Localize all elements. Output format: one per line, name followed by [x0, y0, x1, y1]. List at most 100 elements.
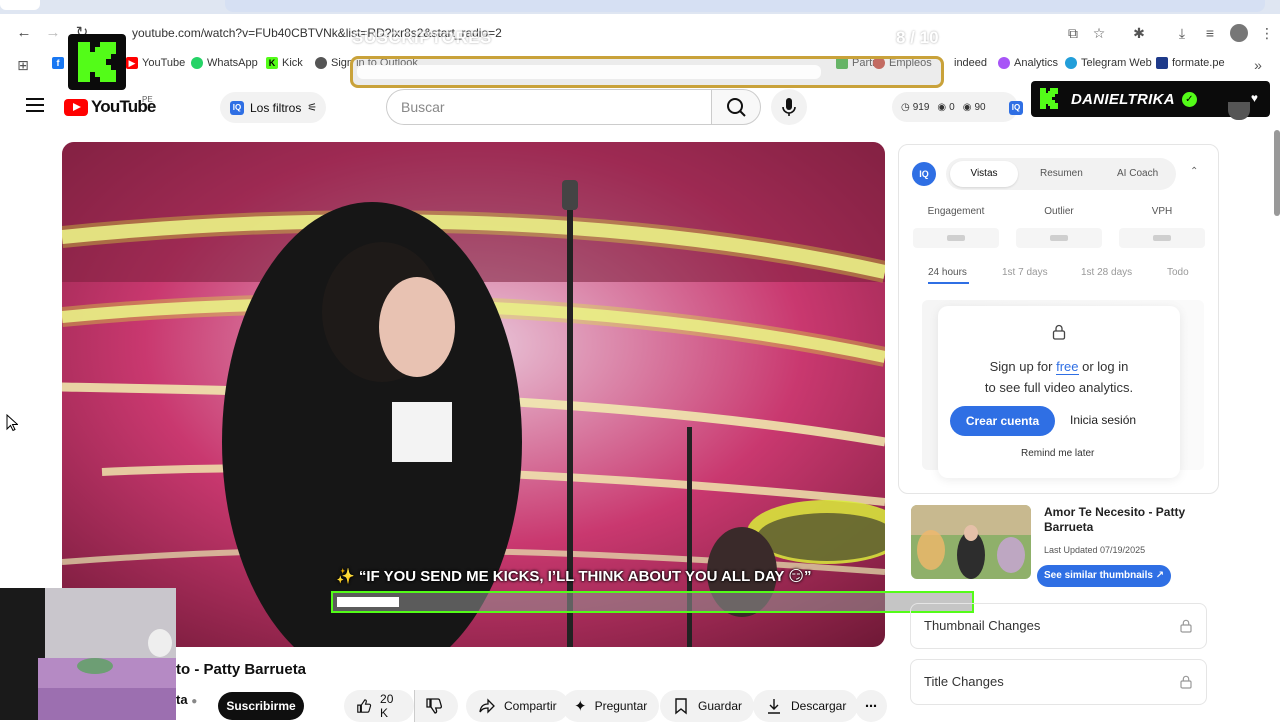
related-title[interactable]: Amor Te Necesito - Patty Barrueta — [1044, 505, 1204, 535]
like-button[interactable]: 20 K — [344, 690, 414, 722]
bookmark-telegram[interactable]: Telegram Web — [1065, 57, 1152, 69]
collapse-icon[interactable]: ⌃ — [1190, 166, 1198, 177]
subscriber-goal-fill — [357, 65, 821, 79]
vidiq-icon[interactable]: IQ — [1009, 101, 1023, 115]
download-icon — [768, 699, 780, 714]
thumbnail-image — [911, 505, 1031, 579]
kicks-goal-bar — [331, 591, 974, 613]
bookmark-star-icon[interactable]: ☆ — [1090, 24, 1108, 42]
search-icon — [727, 98, 746, 117]
save-button[interactable]: Guardar — [660, 690, 755, 722]
bookmark-youtube[interactable]: ▶ YouTube — [126, 57, 185, 69]
remind-later-link[interactable]: Remind me later — [1021, 448, 1094, 459]
eye-icon: ◉ — [962, 101, 972, 113]
download-icon[interactable]: ⤓ — [1173, 24, 1191, 42]
download-button[interactable]: Descargar — [753, 690, 859, 722]
telegram-icon — [1065, 57, 1077, 69]
tab-vistas[interactable]: Vistas — [950, 161, 1018, 187]
thumbnail-changes-section[interactable]: Thumbnail Changes — [910, 603, 1207, 649]
login-button[interactable]: Inicia sesión — [1070, 413, 1136, 427]
menu-icon[interactable]: ⋮ — [1258, 24, 1276, 42]
title-changes-section[interactable]: Title Changes — [910, 659, 1207, 705]
mic-icon — [782, 98, 796, 116]
bookmark-analytics[interactable]: Analytics — [998, 57, 1058, 69]
webcam-frame — [0, 588, 176, 720]
whatsapp-icon — [191, 57, 203, 69]
avatar[interactable] — [1228, 102, 1250, 120]
subscribe-button[interactable]: Suscribirme — [218, 692, 304, 720]
profile-avatar[interactable] — [1230, 24, 1248, 42]
search-input[interactable]: Buscar — [386, 89, 711, 125]
free-link[interactable]: free — [1056, 359, 1079, 375]
voice-search-button[interactable] — [771, 89, 807, 125]
tab-resumen[interactable]: Resumen — [1040, 168, 1083, 179]
webcam-overlay — [0, 588, 176, 720]
country-code: PE — [142, 95, 153, 104]
ask-button[interactable]: ✦ Preguntar — [562, 690, 660, 722]
range-24-hours[interactable]: 24 hours — [928, 267, 967, 278]
extensions-icon[interactable]: ✱ — [1130, 24, 1148, 42]
create-account-button[interactable]: Crear cuenta — [950, 406, 1055, 436]
vidiq-logo: IQ — [912, 162, 936, 186]
active-tab[interactable] — [0, 0, 40, 10]
bookmark-formate[interactable]: formate.pe — [1156, 57, 1225, 69]
metric-outlier-value — [1016, 228, 1102, 248]
lock-icon — [1180, 675, 1192, 689]
vidiq-stats-pill[interactable]: ◷ 919 ◉ 0 ◉ 90 — [892, 92, 1018, 122]
verified-icon: ● — [191, 696, 198, 707]
lock-icon — [1180, 619, 1192, 633]
range-28-days[interactable]: 1st 28 days — [1081, 267, 1132, 278]
share-button[interactable]: Compartir — [466, 690, 569, 722]
kick-k-icon — [78, 42, 116, 82]
thumbs-up-icon — [357, 699, 372, 713]
eye-icon: ◉ — [937, 101, 947, 113]
kick-icon: K — [266, 57, 278, 69]
media-icon[interactable]: ≡ — [1201, 24, 1219, 42]
more-actions-icon[interactable]: ⋯ — [855, 690, 887, 722]
tab-ai-coach[interactable]: AI Coach — [1117, 168, 1158, 179]
bookmark-whatsapp[interactable]: WhatsApp — [191, 57, 258, 69]
bookmark-indeed[interactable]: indeed — [954, 57, 987, 69]
bookmark-facebook[interactable]: f — [52, 57, 64, 69]
back-icon[interactable]: ← — [15, 24, 33, 42]
youtube-play-icon — [64, 98, 88, 116]
page-scrollbar[interactable] — [1274, 130, 1280, 216]
apps-icon[interactable]: ⊞ — [14, 56, 32, 74]
metric-engagement-label: Engagement — [927, 206, 985, 217]
signup-message: Sign up for free or log in to see full v… — [984, 359, 1134, 395]
bookmark-kick[interactable]: K Kick — [266, 57, 303, 69]
vidiq-icon: IQ — [230, 100, 244, 115]
channel-name[interactable]: ta ● — [176, 692, 197, 707]
streamer-name: DANIELTRIKA — [1071, 90, 1175, 108]
sliders-icon: ⚟ — [307, 102, 318, 114]
range-todo[interactable]: Todo — [1167, 267, 1189, 278]
install-app-icon[interactable]: ⧉ — [1064, 24, 1082, 42]
sparkle-icon: ✦ — [574, 698, 587, 715]
metric-outlier-label: Outlier — [1044, 206, 1074, 217]
kick-logo — [68, 34, 126, 90]
bookmarks-overflow-icon[interactable]: » — [1249, 56, 1267, 74]
tab-strip-bar — [225, 0, 1265, 12]
kick-k-icon — [1040, 88, 1058, 109]
menu-hamburger-icon[interactable] — [26, 98, 44, 114]
globe-icon — [315, 57, 327, 69]
analytics-icon — [998, 57, 1010, 69]
metric-engagement-value — [913, 228, 999, 248]
related-thumbnail[interactable] — [911, 505, 1031, 579]
range-active-indicator — [928, 282, 969, 284]
dislike-button[interactable] — [414, 690, 458, 722]
subscriber-goal-title: SUSCRIPTORES — [352, 28, 492, 47]
kicks-goal-fill — [337, 597, 400, 607]
similar-thumbnails-button[interactable]: See similar thumbnails ↗ — [1037, 565, 1171, 587]
facebook-icon: f — [52, 57, 64, 69]
forward-icon[interactable]: → — [44, 24, 62, 42]
range-7-days[interactable]: 1st 7 days — [1002, 267, 1048, 278]
thumbs-down-icon — [426, 698, 443, 714]
share-icon — [479, 698, 495, 714]
verified-icon: ✓ — [1181, 91, 1197, 107]
bookmark-icon — [675, 698, 687, 715]
lock-icon — [1052, 324, 1066, 340]
kicks-goal-message: ✨ “IF YOU SEND ME KICKS, I’LL THINK ABOU… — [336, 568, 812, 585]
search-button[interactable] — [711, 89, 761, 125]
filters-button[interactable]: IQ Los filtros ⚟ — [220, 92, 326, 123]
